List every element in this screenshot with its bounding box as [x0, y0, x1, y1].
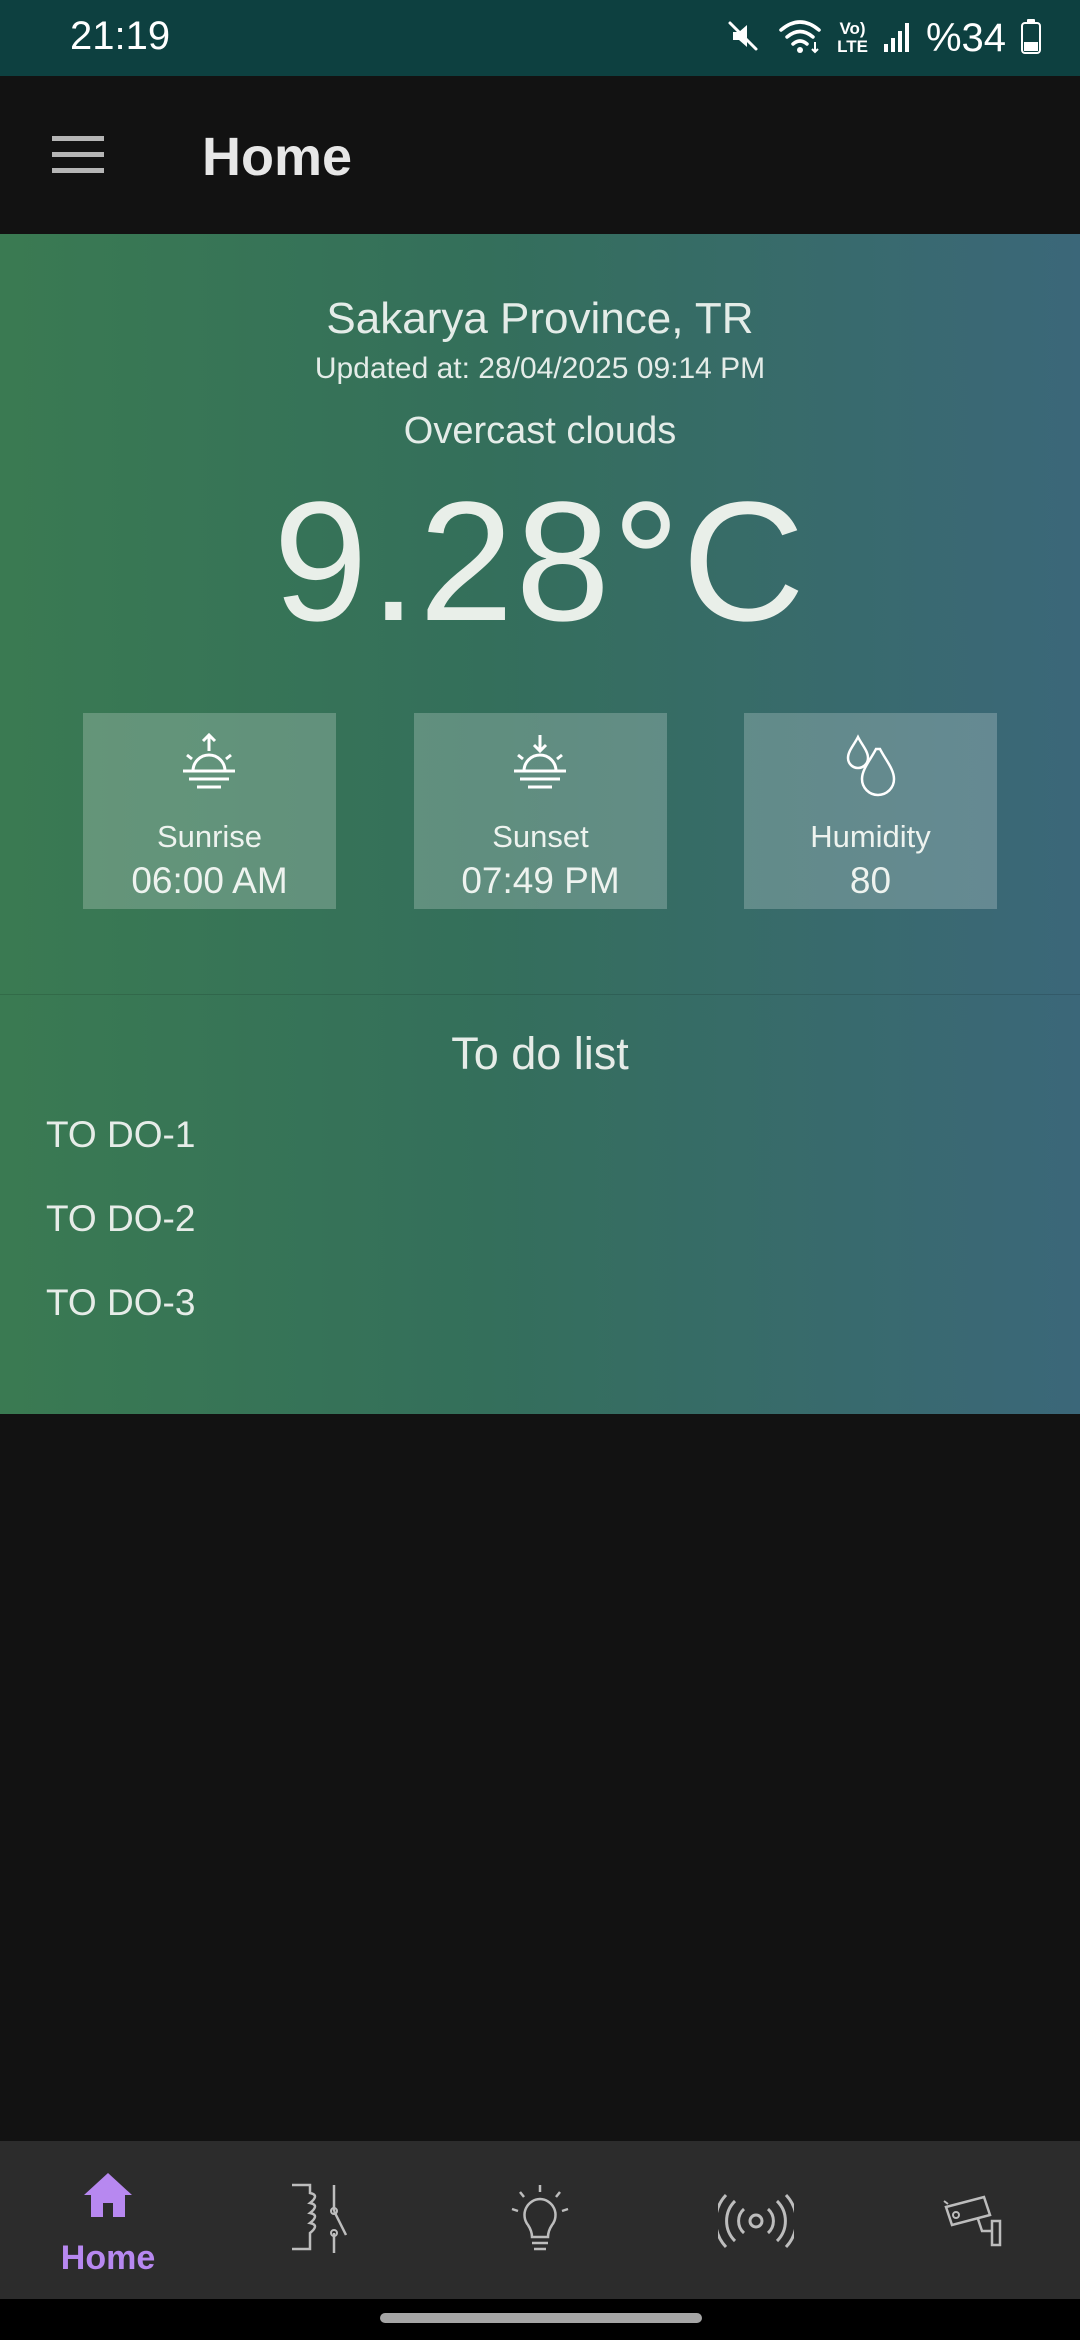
nav-relay[interactable] [216, 2141, 432, 2299]
weather-description: Overcast clouds [403, 410, 677, 452]
todo-item[interactable]: TO DO-3 [46, 1282, 195, 1324]
card-label: Sunrise [156, 819, 263, 854]
gesture-area [0, 2299, 1080, 2340]
broadcast-icon [718, 2193, 794, 2249]
status-time: 21:19 [70, 14, 171, 58]
volte-icon: Vo) LTE [837, 19, 868, 56]
divider [0, 994, 1080, 995]
status-icons: Vo) LTE %34 [723, 14, 1042, 62]
signal-icon [882, 18, 912, 59]
nav-lights[interactable] [432, 2141, 648, 2299]
nav-broadcast[interactable] [648, 2141, 864, 2299]
gesture-bar[interactable] [380, 2313, 702, 2323]
todo-title: To do list [451, 1028, 629, 1079]
card-value: 07:49 PM [461, 860, 620, 901]
mute-icon [723, 16, 763, 61]
relay-icon [292, 2183, 348, 2253]
humidity-icon [846, 734, 896, 797]
home-icon [84, 2173, 132, 2217]
card-label: Sunset [492, 819, 589, 854]
nav-home-label: Home [60, 2239, 156, 2277]
menu-button[interactable] [46, 130, 110, 180]
page-title: Home [202, 127, 353, 187]
updated-text: Updated at: 28/04/2025 09:14 PM [314, 352, 766, 385]
todo-item[interactable]: TO DO-1 [46, 1114, 195, 1156]
bottom-navigation: Home [0, 2141, 1080, 2299]
wifi-icon [777, 16, 823, 61]
temperature: 9.28°C [273, 467, 807, 657]
app-bar: Home [0, 76, 1080, 234]
status-bar: 21:19 Vo) LTE %34 [0, 0, 1080, 76]
sunrise-card: Sunrise 06:00 AM [83, 713, 336, 909]
humidity-card: Humidity 80 [744, 713, 997, 909]
location-text: Sakarya Province, TR [326, 294, 754, 343]
sunset-card: Sunset 07:49 PM [414, 713, 667, 909]
nav-camera[interactable] [864, 2141, 1080, 2299]
security-camera-icon [943, 2195, 1002, 2247]
card-label: Humidity [810, 819, 931, 854]
weather-panel: Sakarya Province, TR Updated at: 28/04/2… [0, 234, 1080, 1414]
card-value: 80 [849, 860, 892, 901]
hamburger-icon [52, 136, 104, 173]
sunset-icon [514, 735, 566, 789]
battery-percent: %34 [925, 15, 1006, 60]
battery-icon [1020, 18, 1042, 59]
card-value: 06:00 AM [131, 860, 288, 901]
todo-item[interactable]: TO DO-2 [46, 1198, 195, 1240]
nav-home[interactable]: Home [0, 2141, 216, 2299]
sunrise-icon [183, 732, 235, 789]
lightbulb-icon [511, 2185, 569, 2251]
